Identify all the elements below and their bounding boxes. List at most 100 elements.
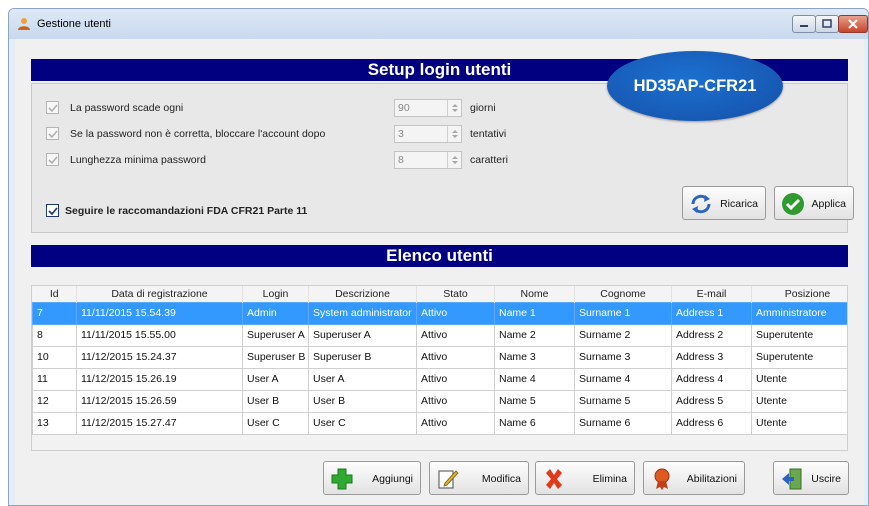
refresh-icon xyxy=(691,194,711,214)
badge-icon xyxy=(654,468,670,490)
table-cell: Utente xyxy=(751,389,847,413)
table-cell: Amministratore xyxy=(751,301,847,325)
close-button[interactable] xyxy=(838,15,868,33)
table-cell: Name 5 xyxy=(494,389,575,413)
table-cell: Superuser B xyxy=(242,345,309,369)
column-header[interactable]: Login xyxy=(242,286,309,302)
add-button[interactable]: Aggiungi xyxy=(323,461,421,495)
table-cell: Utente xyxy=(751,367,847,391)
table-row[interactable]: 13 11/12/2015 15.27.47 User C User C Attivo N… xyxy=(32,411,847,435)
spinner-arrows-icon[interactable] xyxy=(447,126,461,142)
password-expiry-checkbox[interactable] xyxy=(46,101,59,114)
exit-button[interactable]: Uscire xyxy=(773,461,849,495)
fda-label: Seguire le raccomandazioni FDA CFR21 Par… xyxy=(65,205,308,217)
table-cell: User C xyxy=(242,411,309,435)
min-length-label: Lunghezza minima password xyxy=(70,154,206,166)
table-cell: 11/11/2015 15.55.00 xyxy=(76,323,243,347)
lockout-unit: tentativi xyxy=(470,128,507,140)
reload-label: Ricarica xyxy=(720,198,758,210)
spinner-arrows-icon[interactable] xyxy=(447,152,461,168)
column-header[interactable]: Id xyxy=(32,286,77,302)
close-icon xyxy=(848,19,858,29)
lockout-spinner[interactable]: 3 xyxy=(394,125,462,143)
edit-label: Modifica xyxy=(481,473,521,485)
checkmark-icon xyxy=(48,130,58,139)
table-cell: Attivo xyxy=(416,323,495,347)
maximize-button[interactable] xyxy=(815,15,839,33)
table-cell: Superutente xyxy=(751,323,847,347)
table-cell: Attivo xyxy=(416,345,495,369)
checkmark-icon xyxy=(782,193,804,215)
permissions-button[interactable]: Abilitazioni xyxy=(643,461,745,495)
table-cell: Name 3 xyxy=(494,345,575,369)
table-row[interactable]: 10 11/12/2015 15.24.37 Superuser B Superuse… xyxy=(32,345,847,369)
table-cell: User C xyxy=(308,411,417,435)
checkmark-icon xyxy=(48,104,58,113)
column-header[interactable]: Cognome xyxy=(574,286,672,302)
column-header[interactable]: Descrizione xyxy=(308,286,417,302)
minimize-button[interactable] xyxy=(792,15,816,33)
table-cell: 7 xyxy=(32,301,77,325)
reload-button[interactable]: Ricarica xyxy=(682,186,766,220)
table-cell: Surname 4 xyxy=(574,367,672,391)
title-bar[interactable]: Gestione utenti xyxy=(9,9,868,39)
apply-button[interactable]: Applica xyxy=(774,186,854,220)
table-row[interactable]: 11 11/12/2015 15.26.19 User A User A Attivo N… xyxy=(32,367,847,391)
table-cell: User B xyxy=(242,389,309,413)
table-cell: 12 xyxy=(32,389,77,413)
checkmark-icon xyxy=(48,156,58,165)
lockout-checkbox[interactable] xyxy=(46,127,59,140)
table-cell: Name 2 xyxy=(494,323,575,347)
fda-checkbox[interactable] xyxy=(46,204,59,217)
column-header[interactable]: Posizione xyxy=(751,286,847,302)
delete-button[interactable]: Elimina xyxy=(535,461,635,495)
table-cell: Superuser B xyxy=(308,345,417,369)
table-cell: Address 3 xyxy=(671,345,752,369)
model-badge: HD35AP-CFR21 xyxy=(607,51,783,121)
table-cell: 11/12/2015 15.27.47 xyxy=(76,411,243,435)
table-cell: Attivo xyxy=(416,411,495,435)
edit-button[interactable]: Modifica xyxy=(429,461,529,495)
users-table-body: 7 11/11/2015 15.54.39 Admin System administ… xyxy=(32,301,847,435)
min-length-checkbox[interactable] xyxy=(46,153,59,166)
client-area: Setup login utenti La password scade ogn… xyxy=(15,39,864,505)
min-length-spinner[interactable]: 8 xyxy=(394,151,462,169)
table-row[interactable]: 12 11/12/2015 15.26.59 User B User B Attivo N… xyxy=(32,389,847,413)
password-expiry-value: 90 xyxy=(398,102,410,114)
table-cell: Name 6 xyxy=(494,411,575,435)
table-cell: Address 1 xyxy=(671,301,752,325)
x-icon xyxy=(546,469,562,489)
column-header[interactable]: E-mail xyxy=(671,286,752,302)
table-cell: Attivo xyxy=(416,389,495,413)
table-row[interactable]: 7 11/11/2015 15.54.39 Admin System administ… xyxy=(32,301,847,325)
exit-door-icon xyxy=(782,468,802,490)
table-cell: Surname 1 xyxy=(574,301,672,325)
table-cell: Superuser A xyxy=(242,323,309,347)
table-cell: User A xyxy=(308,367,417,391)
table-cell: Superuser A xyxy=(308,323,417,347)
min-length-value: 8 xyxy=(398,154,404,166)
add-label: Aggiungi xyxy=(372,473,413,485)
table-cell: Attivo xyxy=(416,301,495,325)
table-cell: Address 6 xyxy=(671,411,752,435)
table-cell: User B xyxy=(308,389,417,413)
users-table[interactable]: Id Data di registrazione Login Descrizio… xyxy=(31,285,848,451)
table-header-row: Id Data di registrazione Login Descrizio… xyxy=(32,286,847,302)
table-cell: Superutente xyxy=(751,345,847,369)
exit-label: Uscire xyxy=(811,473,841,485)
spinner-arrows-icon[interactable] xyxy=(447,100,461,116)
edit-icon xyxy=(438,470,459,489)
password-expiry-spinner[interactable]: 90 xyxy=(394,99,462,117)
column-header[interactable]: Data di registrazione xyxy=(76,286,243,302)
table-row[interactable]: 8 11/11/2015 15.55.00 Superuser A Superuser… xyxy=(32,323,847,347)
checkmark-icon xyxy=(48,207,58,216)
table-cell: 11/12/2015 15.26.59 xyxy=(76,389,243,413)
users-icon xyxy=(18,18,30,30)
password-expiry-label: La password scade ogni xyxy=(70,102,184,114)
window-title: Gestione utenti xyxy=(37,18,111,30)
table-cell: 11/12/2015 15.24.37 xyxy=(76,345,243,369)
column-header[interactable]: Nome xyxy=(494,286,575,302)
table-cell: 8 xyxy=(32,323,77,347)
table-cell: Admin xyxy=(242,301,309,325)
column-header[interactable]: Stato xyxy=(416,286,495,302)
